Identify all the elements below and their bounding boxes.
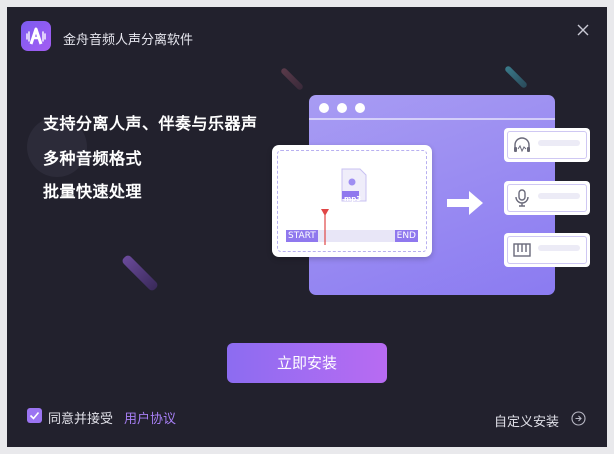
file-ext-label: mp3 <box>344 195 362 203</box>
arrow-right-circle-icon[interactable] <box>571 411 586 426</box>
arrow-right-icon <box>447 191 483 215</box>
output-vocals-card <box>504 128 590 162</box>
user-agreement-link[interactable]: 用户协议 <box>124 408 176 427</box>
app-title: 金舟音频人声分离软件 <box>63 33 194 48</box>
window-dot <box>337 103 347 113</box>
range-end-label: END <box>394 230 418 242</box>
feature-batch: 批量快速处理 <box>43 182 143 201</box>
window-dot <box>355 103 365 113</box>
microphone-icon <box>515 189 529 207</box>
feature-separation: 支持分离人声、伴奏与乐器声 <box>43 114 258 133</box>
headphones-icon <box>514 137 530 153</box>
app-logo <box>21 21 51 51</box>
playhead-marker-icon <box>321 209 329 245</box>
installer-window: 金舟音频人声分离软件 支持分离人声、伴奏与乐器声 多种音频格式 批量快速处理 m… <box>7 7 607 447</box>
agree-label: 同意并接受 <box>48 412 114 427</box>
custom-install-button[interactable]: 自定义安装 <box>494 411 559 430</box>
range-start-label: START <box>286 230 318 242</box>
output-instrument-card <box>504 233 590 267</box>
output-microphone-card <box>504 181 590 215</box>
window-divider <box>309 118 555 120</box>
piano-keyboard-icon <box>513 243 531 257</box>
check-icon <box>29 411 40 420</box>
audio-file-card: mp3 START END <box>272 145 432 257</box>
decoration-stroke <box>120 253 160 293</box>
install-now-button[interactable]: 立即安装 <box>227 343 387 383</box>
feature-formats: 多种音频格式 <box>43 149 143 168</box>
audio-range-bar: START END <box>286 230 418 242</box>
agree-checkbox[interactable] <box>27 408 42 423</box>
title-bar: 金舟音频人声分离软件 <box>7 7 607 59</box>
decoration-stroke <box>279 66 305 92</box>
decoration-stroke <box>503 64 529 90</box>
window-dot <box>319 103 329 113</box>
close-icon[interactable] <box>575 22 591 38</box>
